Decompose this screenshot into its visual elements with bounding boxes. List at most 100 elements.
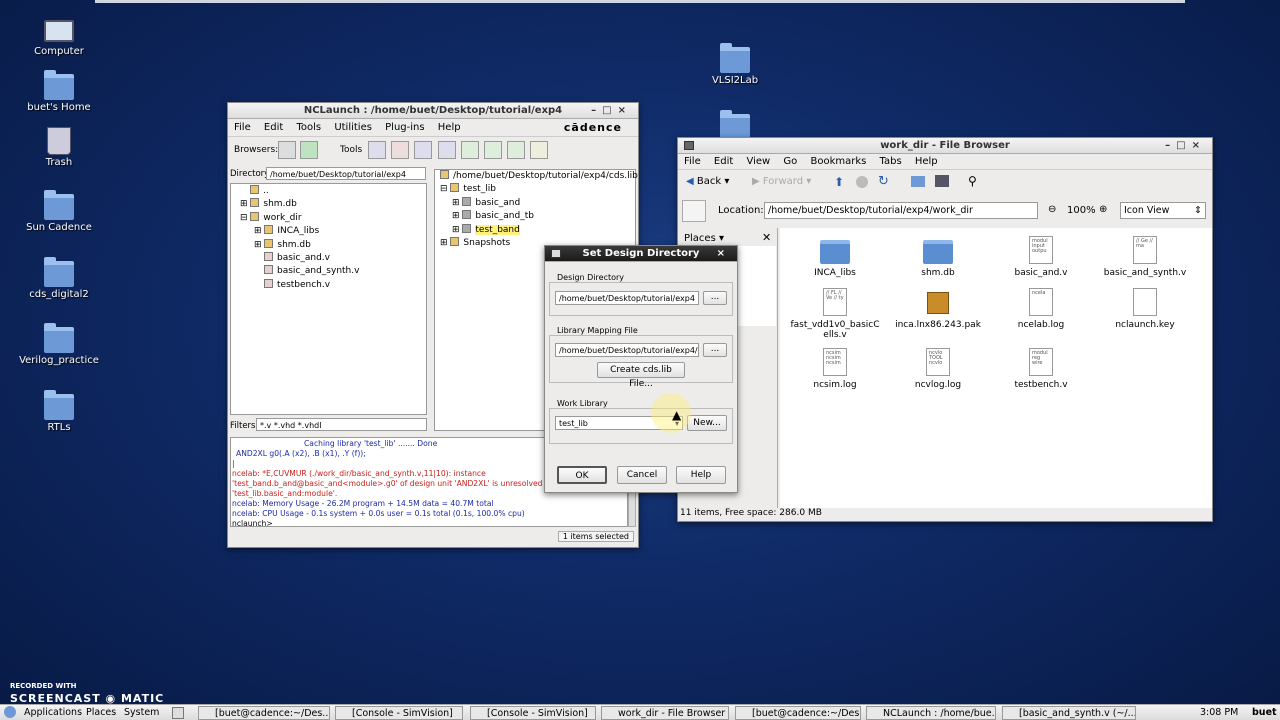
file-item[interactable]: // Ge // ma basic_and_synth.v — [1100, 236, 1190, 278]
tree-item[interactable]: ⊞ basic_and — [440, 196, 638, 210]
libmap-field[interactable]: /home/buet/Desktop/tutorial/exp4/cds.li — [555, 343, 699, 357]
forward-button[interactable]: ▶ Forward ▾ — [752, 176, 811, 187]
clock[interactable]: 3:08 PM — [1200, 705, 1238, 720]
desktop-icon-rtls[interactable]: RTLs — [11, 390, 107, 433]
file-browser-titlebar[interactable]: work_dir - File Browser –□× — [678, 138, 1212, 154]
desktop-icon-trash[interactable]: Trash — [11, 125, 107, 168]
home-icon[interactable] — [911, 176, 925, 187]
directory-field[interactable]: /home/buet/Desktop/tutorial/exp4 — [266, 167, 426, 180]
cds-lib-path[interactable]: /home/buet/Desktop/tutorial/exp4/cds.lib — [440, 170, 638, 183]
desktop-icon-home[interactable]: buet's Home — [11, 70, 107, 113]
file-item[interactable]: modul input outpu basic_and.v — [996, 236, 1086, 278]
menu-file[interactable]: File — [234, 122, 251, 133]
file-item[interactable]: modul reg wire testbench.v — [996, 348, 1086, 390]
tree-item[interactable]: basic_and.v — [240, 252, 359, 265]
menu-plugins[interactable]: Plug-ins — [385, 122, 424, 133]
file-item[interactable]: nclaunch.key — [1100, 288, 1190, 330]
menu-go[interactable]: Go — [783, 156, 797, 167]
taskbar-task[interactable]: [basic_and_synth.v (~/... — [1002, 706, 1136, 720]
taskbar-task[interactable]: [Console - SimVision] — [470, 706, 596, 720]
tool-d-icon[interactable] — [530, 141, 548, 159]
taskbar-task[interactable]: work_dir - File Browser — [601, 706, 729, 720]
menu-tools[interactable]: Tools — [296, 122, 321, 133]
back-button[interactable]: ◀ Back ▾ — [686, 176, 729, 187]
tree-item[interactable]: ⊞ shm.db — [240, 238, 359, 252]
tree-item[interactable]: testbench.v — [240, 278, 359, 292]
stop-icon[interactable] — [856, 176, 868, 188]
nclaunch-titlebar[interactable]: NCLaunch : /home/buet/Desktop/tutorial/e… — [228, 103, 638, 119]
menu-places[interactable]: Places — [86, 705, 116, 720]
tree-item[interactable]: ⊟ work_dir — [240, 211, 359, 225]
desktop-icon-vlsi2lab[interactable]: VLSI2Lab — [687, 43, 783, 86]
up-arrow-icon[interactable]: ⬆ — [834, 175, 844, 189]
window-controls[interactable]: –□× — [1165, 138, 1206, 154]
design-dir-field[interactable]: /home/buet/Desktop/tutorial/exp4 — [555, 291, 699, 305]
view-mode-select[interactable]: Icon View ⇕ — [1120, 202, 1206, 219]
desktop-icon-verilog-practice[interactable]: Verilog_practice — [11, 323, 107, 366]
search-icon[interactable]: ⚲ — [968, 174, 977, 188]
location-field[interactable]: /home/buet/Desktop/tutorial/exp4/work_di… — [764, 202, 1038, 219]
terminal-launcher-icon[interactable] — [172, 707, 184, 719]
tree-item[interactable]: ⊟ test_lib — [440, 183, 638, 196]
menu-help[interactable]: Help — [438, 122, 461, 133]
file-item[interactable]: inca.lnx86.243.pak — [893, 288, 983, 330]
taskbar-task[interactable]: [buet@cadence:~/Des... — [198, 706, 330, 720]
zoom-in-icon[interactable]: ⊕ — [1099, 204, 1107, 215]
taskbar-task[interactable]: NCLaunch : /home/bue... — [866, 706, 996, 720]
menu-tabs[interactable]: Tabs — [880, 156, 902, 167]
computer-icon[interactable] — [935, 175, 949, 187]
tree-item[interactable]: ⊞ INCA_libs — [240, 225, 359, 238]
file-item[interactable]: // FL // Ve // ty fast_vdd1v0_basicCells.… — [790, 288, 880, 340]
menu-applications[interactable]: Applications — [24, 705, 82, 720]
desktop-icon-sun-cadence[interactable]: Sun Cadence — [11, 190, 107, 233]
menu-bookmarks[interactable]: Bookmarks — [810, 156, 866, 167]
ok-button[interactable]: OK — [557, 466, 607, 484]
menu-utilities[interactable]: Utilities — [334, 122, 372, 133]
new-library-button[interactable]: New... — [687, 415, 727, 431]
tool-elab-icon[interactable] — [414, 141, 432, 159]
tree-item[interactable]: ⊞ shm.db — [240, 198, 359, 211]
file-item[interactable]: ncvlo TOOL ncvlo ncvlog.log — [893, 348, 983, 390]
tool-vhdl-icon[interactable] — [391, 141, 409, 159]
cancel-button[interactable]: Cancel — [617, 466, 667, 484]
libmap-browse-button[interactable]: ... — [703, 343, 727, 357]
taskbar-task[interactable]: [buet@cadence:~/Des... — [735, 706, 861, 720]
menu-edit[interactable]: Edit — [264, 122, 283, 133]
tree-item[interactable]: basic_and_synth.v — [240, 265, 359, 278]
window-controls[interactable]: –□× — [591, 103, 632, 119]
close-icon[interactable]: × — [717, 246, 731, 262]
menu-file[interactable]: File — [684, 156, 701, 167]
help-button[interactable]: Help — [676, 466, 726, 484]
desktop-icon-cds-digital2[interactable]: cds_digital2 — [11, 257, 107, 300]
reload-icon[interactable]: ↻ — [878, 174, 889, 189]
file-item[interactable]: shm.db — [893, 236, 983, 278]
desktop-icon-computer[interactable]: Computer — [11, 16, 107, 57]
tool-c-icon[interactable] — [507, 141, 525, 159]
filters-field[interactable]: *.v *.vhd *.vhdl — [256, 418, 427, 431]
tree-item[interactable]: .. — [240, 185, 359, 198]
file-item[interactable]: ncela ncelab.log — [996, 288, 1086, 330]
file-item[interactable]: INCA_libs — [790, 236, 880, 278]
create-cds-lib-button[interactable]: Create cds.lib File... — [597, 362, 685, 389]
dialog-titlebar[interactable]: Set Design Directory × — [545, 246, 737, 262]
menu-edit[interactable]: Edit — [714, 156, 733, 167]
design-dir-browse-button[interactable]: ... — [703, 291, 727, 305]
menu-view[interactable]: View — [746, 156, 770, 167]
tool-vlog-icon[interactable] — [368, 141, 386, 159]
file-item[interactable]: ncsim ncsim ncsim ncsim.log — [790, 348, 880, 390]
zoom-out-icon[interactable]: ⊖ — [1048, 204, 1056, 215]
places-dropdown[interactable]: Places ▾ — [684, 233, 724, 244]
edit-browser-icon[interactable] — [278, 141, 296, 159]
taskbar-task[interactable]: [Console - SimVision] — [335, 706, 463, 720]
user-name[interactable]: buet — [1252, 705, 1277, 720]
refresh-icon[interactable] — [300, 141, 318, 159]
close-sidepane-icon[interactable]: ✕ — [762, 231, 771, 244]
toggle-location-icon[interactable] — [682, 200, 706, 222]
tree-item[interactable]: ⊞ basic_and_tb — [440, 210, 638, 223]
tool-a-icon[interactable] — [461, 141, 479, 159]
menu-help[interactable]: Help — [915, 156, 938, 167]
tree-item[interactable]: ⊞ test_band — [440, 223, 638, 237]
tool-sim-icon[interactable] — [438, 141, 456, 159]
menu-system[interactable]: System — [124, 705, 159, 720]
tool-b-icon[interactable] — [484, 141, 502, 159]
